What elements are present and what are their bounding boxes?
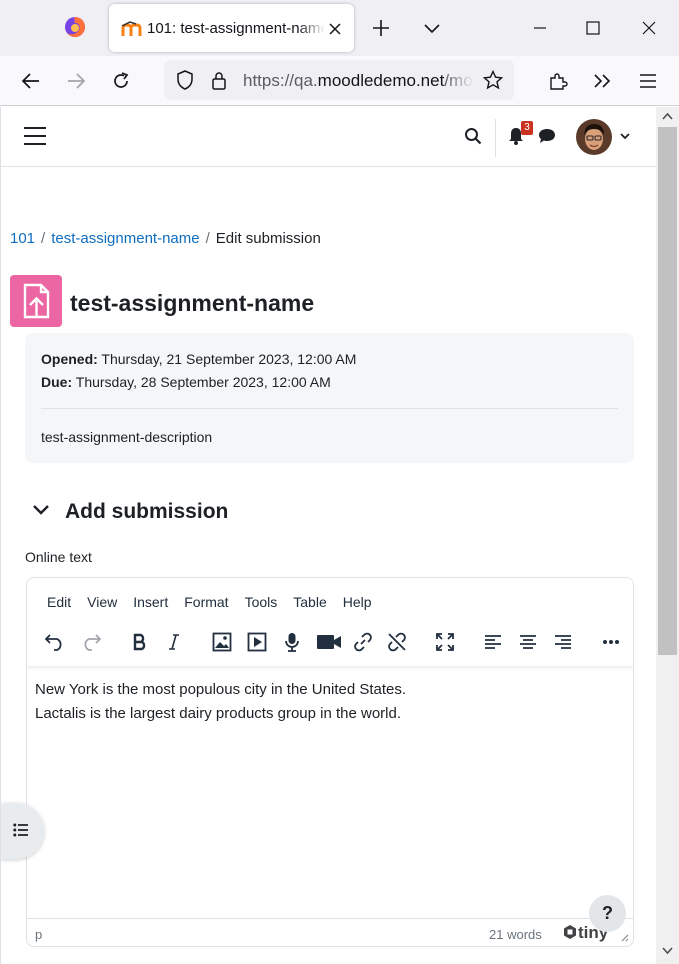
- menu-insert[interactable]: Insert: [123, 594, 174, 610]
- back-icon[interactable]: [20, 70, 42, 92]
- undo-icon[interactable]: [41, 630, 69, 654]
- assignment-activity-icon: [10, 275, 62, 327]
- list-icon: [13, 823, 28, 837]
- breadcrumb-separator: /: [41, 230, 46, 247]
- browser-tab-strip: 101: test-assignment-name: [0, 0, 679, 56]
- menu-view[interactable]: View: [77, 594, 123, 610]
- due-date: Due: Thursday, 28 September 2023, 12:00 …: [41, 374, 331, 390]
- align-left-icon[interactable]: [479, 630, 507, 654]
- page-title: test-assignment-name: [70, 290, 315, 316]
- editor-content-area[interactable]: New York is the most populous city in th…: [35, 678, 406, 726]
- editor-paragraph[interactable]: Lactalis is the largest dairy products g…: [35, 702, 406, 726]
- editor-toolbar-area: Edit View Insert Format Tools Table Help: [27, 578, 633, 666]
- editor-paragraph[interactable]: New York is the most populous city in th…: [35, 678, 406, 702]
- menu-edit[interactable]: Edit: [37, 594, 77, 610]
- page-viewport: 3 101 / test-assignment-name / Edit submissi…: [0, 107, 656, 964]
- maximize-icon[interactable]: [582, 17, 604, 39]
- close-window-icon[interactable]: [638, 17, 660, 39]
- menu-table[interactable]: Table: [283, 594, 332, 610]
- breadcrumb: 101 / test-assignment-name / Edit submission: [10, 230, 321, 247]
- app-menu-icon[interactable]: [637, 70, 659, 92]
- divider: [41, 408, 618, 409]
- minimize-icon[interactable]: [529, 17, 551, 39]
- side-menu-icon[interactable]: [23, 126, 47, 146]
- url-bar[interactable]: https://qa.moodledemo.net/mod/assign/vie…: [164, 60, 514, 100]
- tiny-logo-icon: [564, 925, 576, 939]
- scroll-down-arrow-icon[interactable]: [662, 947, 673, 955]
- bookmark-star-icon[interactable]: [482, 69, 504, 91]
- browser-nav-bar: https://qa.moodledemo.net/mod/assign/vie…: [0, 56, 679, 106]
- scroll-up-arrow-icon[interactable]: [662, 112, 673, 120]
- menu-tools[interactable]: Tools: [235, 594, 284, 610]
- scrollbar-thumb[interactable]: [658, 127, 677, 655]
- align-center-icon[interactable]: [514, 630, 542, 654]
- lock-icon[interactable]: [208, 69, 230, 91]
- online-text-label: Online text: [25, 549, 92, 565]
- menu-help[interactable]: Help: [333, 594, 378, 610]
- list-tabs-chevron-icon[interactable]: [421, 17, 443, 39]
- help-button[interactable]: ?: [589, 895, 626, 932]
- firefox-icon[interactable]: [64, 16, 86, 38]
- image-icon[interactable]: [208, 630, 236, 654]
- more-options-icon[interactable]: [597, 630, 625, 654]
- editor-statusbar: p 21 words tiny: [27, 918, 633, 946]
- opened-date: Opened: Thursday, 21 September 2023, 12:…: [41, 351, 357, 367]
- extensions-icon[interactable]: [547, 70, 569, 92]
- align-right-icon[interactable]: [549, 630, 577, 654]
- resize-handle-icon[interactable]: [619, 932, 629, 942]
- nav-divider: [495, 119, 496, 157]
- activity-dates-panel: Opened: Thursday, 21 September 2023, 12:…: [25, 333, 634, 463]
- new-tab-icon[interactable]: [370, 17, 392, 39]
- unlink-icon[interactable]: [383, 630, 411, 654]
- user-avatar[interactable]: [576, 119, 612, 155]
- menu-format[interactable]: Format: [174, 594, 234, 610]
- close-tab-icon[interactable]: [327, 21, 343, 37]
- search-icon[interactable]: [464, 127, 482, 145]
- media-icon[interactable]: [243, 630, 271, 654]
- moodle-top-nav: 3: [1, 107, 656, 167]
- tinymce-editor: Edit View Insert Format Tools Table Help: [26, 577, 634, 947]
- word-count[interactable]: 21 words: [489, 927, 542, 942]
- messages-chat-icon[interactable]: [538, 128, 556, 144]
- bold-icon[interactable]: [126, 630, 154, 654]
- assignment-description: test-assignment-description: [41, 429, 213, 445]
- record-audio-icon[interactable]: [278, 630, 306, 654]
- reload-icon[interactable]: [110, 70, 132, 92]
- forward-icon[interactable]: [65, 70, 87, 92]
- collapse-chevron-down-icon[interactable]: [32, 503, 50, 517]
- tab-title: 101: test-assignment-name: [147, 20, 325, 37]
- breadcrumb-activity-link[interactable]: test-assignment-name: [51, 230, 199, 247]
- moodle-favicon-icon: [121, 21, 142, 36]
- active-tab[interactable]: 101: test-assignment-name: [109, 4, 354, 52]
- element-path[interactable]: p: [35, 927, 42, 942]
- section-title[interactable]: Add submission: [65, 500, 228, 524]
- shield-icon[interactable]: [174, 69, 196, 91]
- breadcrumb-separator: /: [205, 230, 210, 247]
- italic-icon[interactable]: [160, 630, 188, 654]
- record-video-icon[interactable]: [312, 630, 346, 654]
- breadcrumb-course-link[interactable]: 101: [10, 230, 35, 247]
- overflow-chevrons-icon[interactable]: [591, 70, 613, 92]
- notification-count-badge: 3: [521, 121, 533, 135]
- breadcrumb-current: Edit submission: [215, 230, 321, 247]
- page-scrollbar[interactable]: [656, 107, 679, 964]
- link-icon[interactable]: [349, 630, 377, 654]
- user-menu-chevron-down-icon[interactable]: [620, 132, 630, 140]
- editor-menubar: Edit View Insert Format Tools Table Help: [37, 594, 378, 610]
- redo-icon[interactable]: [77, 630, 105, 654]
- url-text[interactable]: https://qa.moodledemo.net/mod/assign/vie…: [243, 71, 473, 91]
- fullscreen-icon[interactable]: [431, 630, 459, 654]
